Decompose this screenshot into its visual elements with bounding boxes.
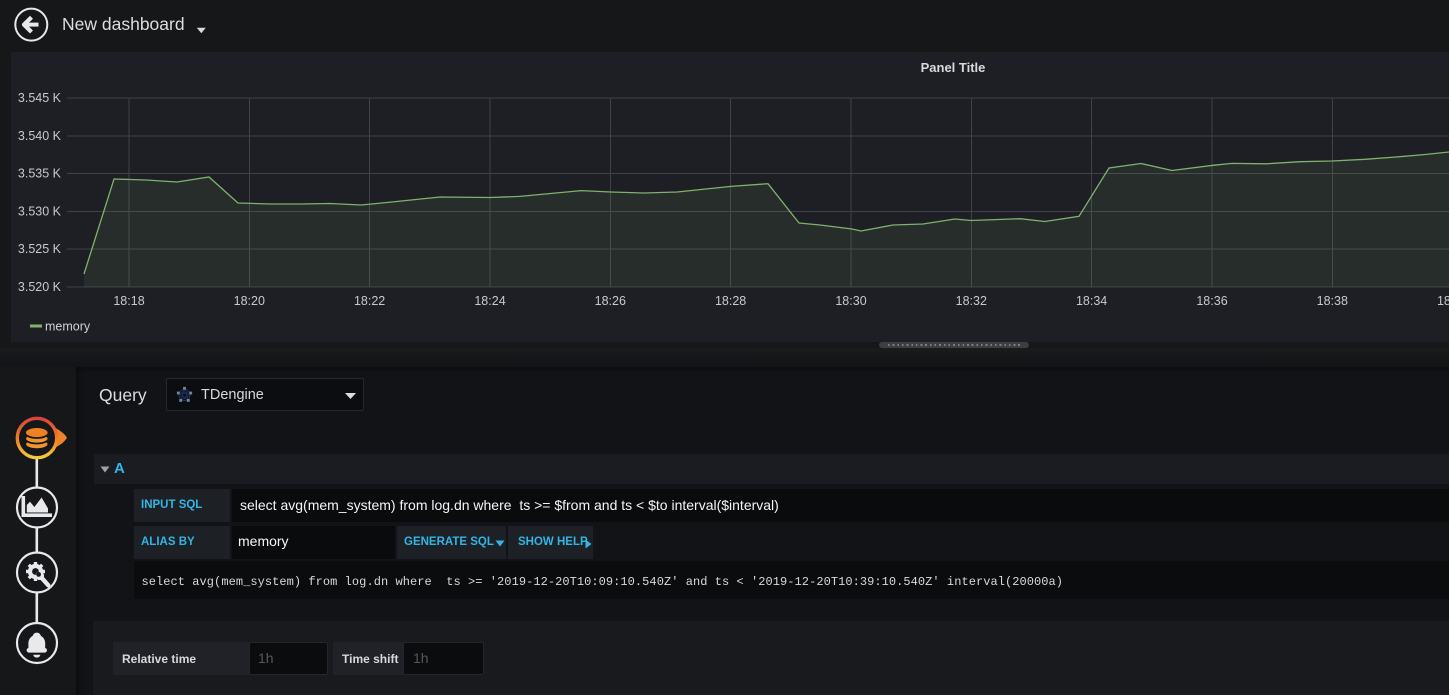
svg-text:3.540 K: 3.540 K [18,129,62,143]
svg-text:18:34: 18:34 [1076,294,1107,308]
svg-text:18:28: 18:28 [715,294,746,308]
svg-text:3.535 K: 3.535 K [18,167,62,181]
svg-text:18:32: 18:32 [956,294,987,308]
svg-text:memory: memory [45,320,91,334]
svg-text:18:18: 18:18 [113,294,144,308]
svg-text:18:22: 18:22 [354,294,385,308]
svg-text:18:40: 18:40 [1437,294,1449,308]
svg-text:18:30: 18:30 [835,294,866,308]
svg-text:18:24: 18:24 [474,294,505,308]
svg-text:18:38: 18:38 [1317,294,1348,308]
svg-text:3.520 K: 3.520 K [18,280,62,294]
svg-text:18:26: 18:26 [595,294,626,308]
svg-text:18:36: 18:36 [1196,294,1227,308]
svg-text:3.530 K: 3.530 K [18,204,62,218]
svg-text:3.545 K: 3.545 K [18,91,62,105]
svg-text:18:20: 18:20 [234,294,265,308]
svg-text:3.525 K: 3.525 K [18,242,62,256]
